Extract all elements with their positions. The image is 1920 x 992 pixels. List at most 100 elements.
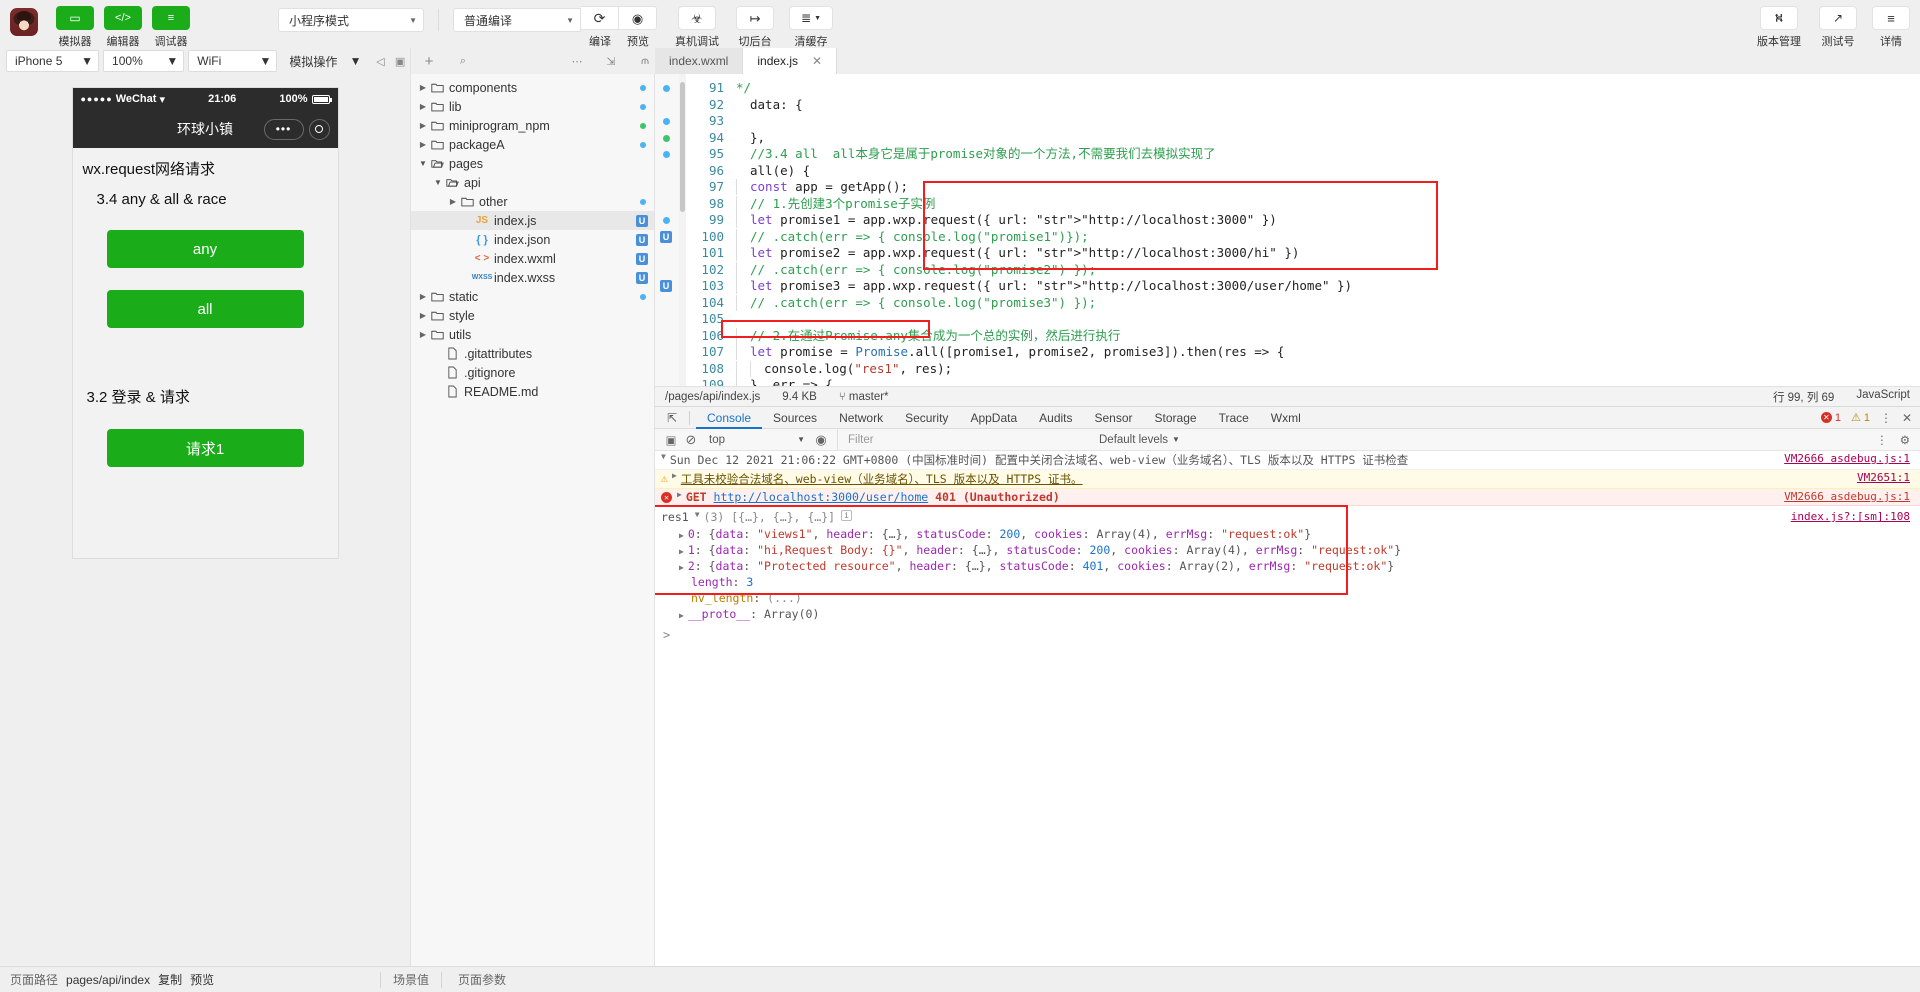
add-file-icon[interactable]: +	[419, 51, 439, 71]
file-tree-item-components[interactable]: ▶ components	[411, 78, 654, 97]
close-icon[interactable]: ✕	[812, 54, 822, 68]
console-message-error[interactable]: ✕ ▶ GET http://localhost:3000/user/home 40…	[655, 489, 1920, 506]
more-icon[interactable]: ⋮	[1880, 411, 1892, 425]
device-select[interactable]: iPhone 5 ▼	[6, 50, 100, 72]
editor-tab-index-js[interactable]: index.js ✕	[743, 48, 838, 74]
code-line[interactable]: },	[736, 130, 1920, 147]
test-account-button[interactable]: ↗ 测试号	[1816, 6, 1860, 49]
editor-scrollbar[interactable]	[679, 74, 686, 386]
file-tree-item-index-js[interactable]: JS index.js U	[411, 211, 654, 230]
clear-console-icon[interactable]: ⊘	[681, 432, 701, 448]
network-select[interactable]: WiFi ▼	[188, 50, 278, 72]
code-line[interactable]: }, err => {	[736, 377, 1920, 386]
expand-triangle-icon[interactable]: ▶	[672, 471, 677, 480]
inspect-element-icon[interactable]: ⇱	[661, 411, 683, 425]
preview-button[interactable]: ◉ 预览	[619, 6, 657, 49]
clear-cache-button[interactable]: ≣ ▼ 清缓存	[787, 6, 835, 49]
sidebar-toggle-icon[interactable]: ▣	[661, 433, 681, 447]
file-tree-item-utils[interactable]: ▶ utils	[411, 325, 654, 344]
devtools-tab-storage[interactable]: Storage	[1144, 407, 1208, 429]
file-tree-item-style[interactable]: ▶ style	[411, 306, 654, 325]
code-editor[interactable]: UU 91 92 93 94 95 96 97 98 99 100 101 102 103 104 105 1…	[655, 74, 1920, 386]
more-icon[interactable]: ⋮	[1876, 433, 1888, 447]
code-content[interactable]: */data: {},//3.4 all all本身它是属于promise对象的…	[730, 74, 1920, 386]
code-line[interactable]: let promise2 = app.wxp.request({ url: "s…	[736, 245, 1920, 262]
page-params-section[interactable]: 页面参数	[442, 967, 522, 992]
real-device-debug-button[interactable]: ☣ 真机调试	[671, 6, 723, 49]
info-icon[interactable]: i	[841, 510, 852, 521]
code-line[interactable]: data: {	[736, 97, 1920, 114]
code-line[interactable]: // 2.在通过Promise.any集合成为一个总的实例，然后进行执行	[736, 327, 1920, 345]
code-line[interactable]: let promise3 = app.wxp.request({ url: "s…	[736, 278, 1920, 295]
user-avatar[interactable]	[10, 8, 38, 36]
file-tree-item-index-wxss[interactable]: WXSS index.wxss U	[411, 268, 654, 287]
code-line[interactable]: let promise1 = app.wxp.request({ url: "s…	[736, 212, 1920, 229]
console-context-select[interactable]: top ▼	[701, 434, 811, 446]
devtools-tab-sources[interactable]: Sources	[762, 407, 828, 429]
code-line[interactable]: */	[736, 80, 1920, 97]
more-capsule-icon[interactable]: •••	[263, 118, 304, 140]
result-row[interactable]: ▶ 1: {data: "hi,Request Body: {}", header…	[661, 542, 1920, 558]
code-line[interactable]: const app = getApp();	[736, 179, 1920, 196]
code-line[interactable]: //3.4 all all本身它是属于promise对象的一个方法,不需要我们去…	[736, 146, 1920, 163]
code-line[interactable]: // 1.先创建3个promise子实例	[736, 195, 1920, 213]
code-line[interactable]	[736, 113, 1920, 130]
file-tree-item--gitignore[interactable]: .gitignore	[411, 363, 654, 382]
result-row[interactable]: ▶ 0: {data: "views1", header: {…}, status…	[661, 526, 1920, 542]
compile-button[interactable]: ⟳ 编译	[581, 6, 619, 49]
compile-select[interactable]: 普通编译 ▼	[453, 8, 581, 32]
chevron-right-icon[interactable]: ▶	[417, 83, 429, 92]
zoom-select[interactable]: 100% ▼	[103, 50, 185, 72]
devtools-tab-wxml[interactable]: Wxml	[1260, 407, 1312, 429]
result-proto-row[interactable]: ▶ __proto__: Array(0)	[661, 606, 1920, 622]
chevron-right-icon[interactable]: ▶	[447, 197, 459, 206]
devtools-tab-trace[interactable]: Trace	[1208, 407, 1260, 429]
branch-indicator[interactable]: ⑂ master*	[839, 391, 889, 403]
any-button[interactable]: any	[106, 230, 304, 268]
gear-icon[interactable]: ⚙	[1900, 433, 1910, 447]
sort-icon[interactable]: ⇲	[601, 51, 621, 71]
mode-select[interactable]: 小程序模式 ▼	[278, 8, 424, 32]
compare-icon[interactable]: ⫙	[635, 51, 655, 71]
preview-path-button[interactable]: 预览	[190, 971, 214, 988]
file-tree-item-packagea[interactable]: ▶ packageA	[411, 135, 654, 154]
console-prompt[interactable]: >	[655, 626, 1920, 644]
chevron-right-icon[interactable]: ▶	[417, 121, 429, 130]
devtools-tab-console[interactable]: Console	[696, 407, 763, 429]
editor-tab-index-wxml[interactable]: index.wxml	[655, 48, 744, 74]
expand-triangle-icon[interactable]: ▶	[677, 490, 682, 499]
close-capsule-icon[interactable]	[308, 118, 330, 140]
file-tree-item-other[interactable]: ▶ other	[411, 192, 654, 211]
chevron-down-icon[interactable]: ▼	[417, 159, 429, 168]
console-source-link[interactable]: VM2666 asdebug.js:1	[1784, 490, 1910, 503]
toggle-debugger-button[interactable]: ≡ 调试器	[152, 6, 190, 49]
file-tree-item-index-wxml[interactable]: < > index.wxml U	[411, 249, 654, 268]
console-result-group[interactable]: res1 ▼ (3) [{…}, {…}, {…}] i index.js?:[sm]:…	[655, 505, 1920, 626]
scene-value-section[interactable]: 场景值	[381, 967, 441, 992]
expand-triangle-icon[interactable]: ▶	[679, 531, 684, 540]
expand-triangle-icon[interactable]: ▶	[679, 563, 684, 572]
code-line[interactable]: all(e) {	[736, 163, 1920, 180]
result-row[interactable]: ▶ 2: {data: "Protected resource", header:…	[661, 558, 1920, 574]
page-path-value[interactable]: pages/api/index	[66, 973, 150, 987]
chevron-right-icon[interactable]: ▶	[417, 102, 429, 111]
expand-triangle-icon[interactable]: ▶	[679, 547, 684, 556]
console-source-link[interactable]: VM2651:1	[1857, 471, 1910, 484]
devtools-tabs[interactable]: ⇱ Console Sources Network Security AppData Au…	[655, 407, 1920, 429]
expand-triangle-icon[interactable]: ▶	[679, 611, 684, 620]
rotate-left-icon[interactable]: ◁	[370, 51, 390, 71]
console-output[interactable]: ▼ Sun Dec 12 2021 21:06:22 GMT+0800 (中国标准…	[655, 451, 1920, 966]
devtools-tab-security[interactable]: Security	[894, 407, 959, 429]
nvlength-value[interactable]: (...)	[767, 591, 802, 605]
switch-background-button[interactable]: ↦ 切后台	[733, 6, 777, 49]
more-icon[interactable]: ⋯	[567, 51, 587, 71]
file-tree-item-lib[interactable]: ▶ lib	[411, 97, 654, 116]
sim-action-select[interactable]: 模拟操作 ▼	[281, 50, 366, 72]
chevron-right-icon[interactable]: ▶	[417, 311, 429, 320]
screenshot-icon[interactable]: ▣	[390, 51, 410, 71]
console-result-header[interactable]: res1 ▼ (3) [{…}, {…}, {…}] i index.js?:[sm]:…	[661, 509, 1920, 526]
code-line[interactable]	[736, 311, 1920, 328]
expand-triangle-icon[interactable]: ▼	[661, 452, 666, 461]
error-count-badge[interactable]: ✕ 1	[1820, 412, 1841, 424]
code-line[interactable]: // .catch(err => { console.log("promise1…	[736, 228, 1920, 246]
